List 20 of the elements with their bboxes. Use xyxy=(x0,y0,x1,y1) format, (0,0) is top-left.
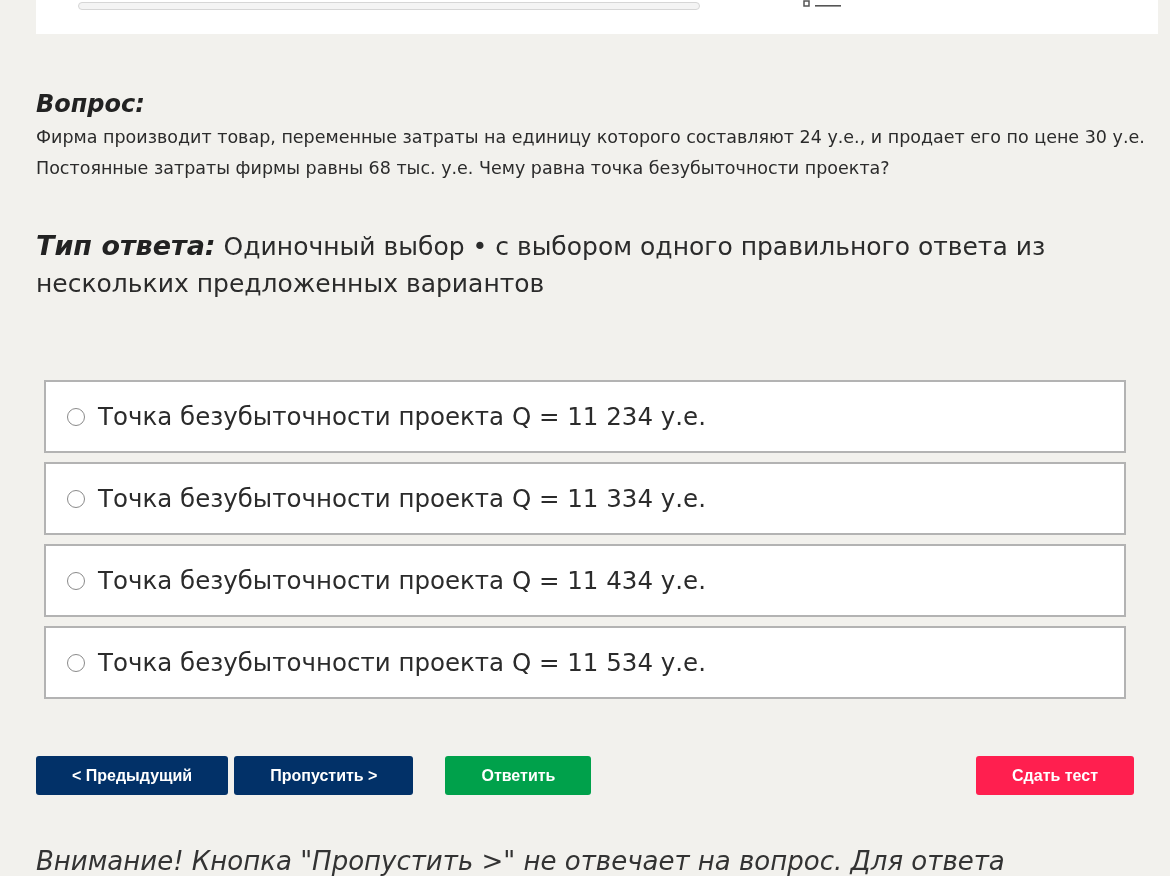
action-button[interactable]: Пропустить > xyxy=(234,756,414,795)
action-button[interactable]: < Предыдущий xyxy=(36,756,229,795)
option-text: Точка безубыточности проекта Q = 11 534 у.е. xyxy=(98,646,706,679)
question-text: Фирма производит товар, переменные затраты на единицу которого составляют 24 у.е., и продает его по цене 30 у.е. Постоянные затраты фирмы равны 68 тыс. у.е. Чему равна точка безубыточности проекта? xyxy=(36,126,1146,180)
answer-option[interactable]: Точка безубыточности проекта Q = 11 234 у.е. xyxy=(44,380,1126,453)
action-button[interactable]: Сдать тест xyxy=(976,756,1134,795)
question-heading: Вопрос: xyxy=(36,89,146,120)
radio-button[interactable] xyxy=(67,407,85,426)
option-text: Точка безубыточности проекта Q = 11 234 у.е. xyxy=(98,400,706,433)
answer-type-text: Тип ответа: Одиночный выбор • с выбором одного правильного ответа из нескольких предложенных вариантов xyxy=(36,229,1047,300)
answer-option[interactable]: Точка безубыточности проекта Q = 11 434 у.е. xyxy=(44,544,1126,617)
list-icon xyxy=(803,0,841,8)
option-text: Точка безубыточности проекта Q = 11 434 у.е. xyxy=(98,564,706,597)
radio-button[interactable] xyxy=(67,489,85,508)
notice-text: Внимание! Кнопка "Пропустить >" не отвечает на вопрос. Для ответа xyxy=(36,845,1006,876)
answer-option[interactable]: Точка безубыточности проекта Q = 11 534 у.е. xyxy=(44,626,1126,699)
answer-option[interactable]: Точка безубыточности проекта Q = 11 334 у.е. xyxy=(44,462,1126,535)
radio-button[interactable] xyxy=(67,653,85,672)
radio-button[interactable] xyxy=(67,571,85,590)
option-text: Точка безубыточности проекта Q = 11 334 у.е. xyxy=(98,482,706,515)
